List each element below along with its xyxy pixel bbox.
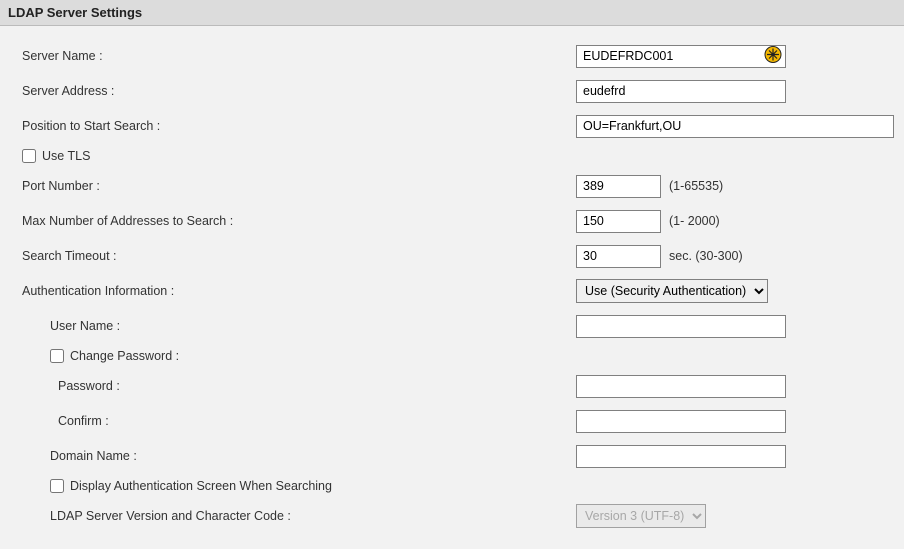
max-addresses-input[interactable] xyxy=(576,210,661,233)
server-name-input[interactable] xyxy=(576,45,786,68)
page-header: LDAP Server Settings xyxy=(0,0,904,26)
user-name-input[interactable] xyxy=(576,315,786,338)
auth-info-label: Authentication Information : xyxy=(22,284,576,298)
server-address-label: Server Address : xyxy=(22,84,576,98)
settings-form: Server Name : Server Address : Position … xyxy=(0,26,904,549)
search-timeout-hint: sec. (30-300) xyxy=(669,249,743,263)
search-timeout-input[interactable] xyxy=(576,245,661,268)
user-name-label: User Name : xyxy=(22,319,576,333)
change-password-label: Change Password : xyxy=(70,349,179,363)
confirm-input[interactable] xyxy=(576,410,786,433)
domain-name-label: Domain Name : xyxy=(22,449,576,463)
display-auth-screen-checkbox[interactable] xyxy=(50,479,64,493)
search-timeout-label: Search Timeout : xyxy=(22,249,576,263)
confirm-label: Confirm : xyxy=(22,414,576,428)
position-start-label: Position to Start Search : xyxy=(22,119,576,133)
server-address-input[interactable] xyxy=(576,80,786,103)
domain-name-input[interactable] xyxy=(576,445,786,468)
use-tls-checkbox[interactable] xyxy=(22,149,36,163)
port-number-label: Port Number : xyxy=(22,179,576,193)
ldap-version-select: Version 3 (UTF-8) xyxy=(576,504,706,528)
auth-info-select[interactable]: Use (Security Authentication) xyxy=(576,279,768,303)
server-name-label: Server Name : xyxy=(22,49,576,63)
page-title: LDAP Server Settings xyxy=(8,5,142,20)
max-addresses-hint: (1- 2000) xyxy=(669,214,720,228)
port-number-input[interactable] xyxy=(576,175,661,198)
display-auth-screen-label: Display Authentication Screen When Searc… xyxy=(70,479,332,493)
port-number-hint: (1-65535) xyxy=(669,179,723,193)
max-addresses-label: Max Number of Addresses to Search : xyxy=(22,214,576,228)
ldap-version-label: LDAP Server Version and Character Code : xyxy=(22,509,576,523)
password-input[interactable] xyxy=(576,375,786,398)
use-tls-label: Use TLS xyxy=(42,149,90,163)
change-password-checkbox[interactable] xyxy=(50,349,64,363)
password-label: Password : xyxy=(22,379,576,393)
position-start-input[interactable] xyxy=(576,115,894,138)
